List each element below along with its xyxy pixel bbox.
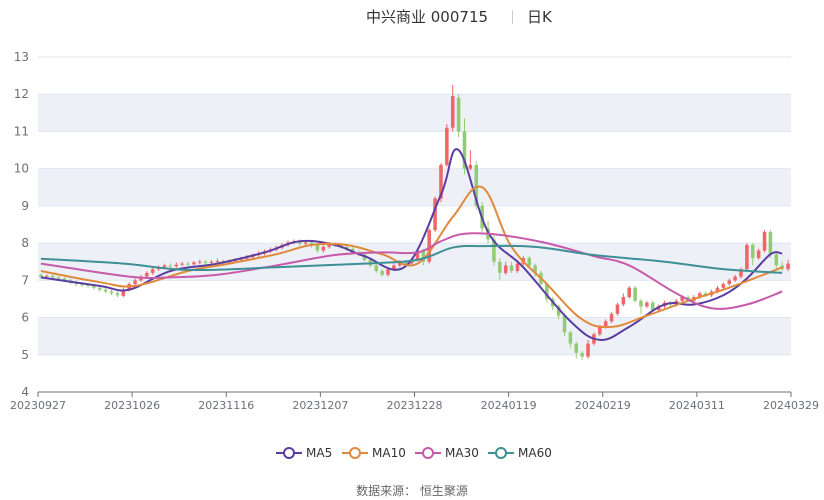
y-tick-label: 11 <box>14 124 29 138</box>
plot-band <box>38 94 791 132</box>
candle-body <box>56 277 61 279</box>
candle-body <box>762 231 767 251</box>
candle-body <box>456 97 461 132</box>
candle-body <box>527 258 531 266</box>
candle-body <box>468 164 473 169</box>
candle-body <box>598 326 602 335</box>
candle-body <box>721 284 726 288</box>
legend: MA5 MA10 MA30 MA60 <box>0 444 824 464</box>
candle-body <box>103 289 108 292</box>
candle-body <box>727 280 731 285</box>
y-tick-label: 5 <box>21 348 29 362</box>
x-tick-label: 20240329 <box>763 399 819 412</box>
candle-body <box>503 265 508 273</box>
candle-body <box>450 96 455 128</box>
candle-body <box>198 261 202 263</box>
candle-body <box>192 262 196 265</box>
candle-body <box>150 269 155 273</box>
candle-body <box>115 293 120 296</box>
candle-body <box>133 280 137 285</box>
candle-body <box>215 260 220 262</box>
candle-body <box>303 242 308 244</box>
candle-body <box>109 291 114 294</box>
legend-label-ma10: MA10 <box>372 446 406 460</box>
y-tick-label: 12 <box>14 87 29 101</box>
candle-body <box>45 275 49 277</box>
candle-body <box>568 332 573 344</box>
candle-body <box>445 127 449 165</box>
candle-body <box>162 265 167 268</box>
candle-body <box>145 272 149 277</box>
candle-body <box>321 246 326 251</box>
y-tick-label: 7 <box>21 273 29 287</box>
candle-body <box>774 254 779 266</box>
x-tick-label: 20240119 <box>481 399 537 412</box>
y-tick-label: 6 <box>21 311 29 325</box>
candle-body <box>645 302 649 307</box>
candle-body <box>509 265 514 272</box>
plot-band <box>38 168 791 206</box>
x-tick-label: 20231116 <box>198 399 254 412</box>
candle-body <box>633 287 637 301</box>
plot-band <box>38 243 791 281</box>
candle-body <box>374 265 379 272</box>
candle-body <box>174 264 179 267</box>
candle-body <box>639 300 643 307</box>
plot-band <box>38 317 791 355</box>
y-tick-label: 13 <box>14 50 29 64</box>
y-tick-label: 4 <box>21 385 29 399</box>
candle-body <box>315 244 320 251</box>
x-tick-label: 20240311 <box>669 399 725 412</box>
candle-body <box>786 263 790 270</box>
candle-body <box>586 343 590 357</box>
candle-body <box>98 287 102 290</box>
y-tick-label: 8 <box>21 236 29 250</box>
candle-body <box>745 244 749 270</box>
candle-body <box>621 297 626 305</box>
candle-body <box>39 274 43 277</box>
candle-body <box>768 231 773 255</box>
legend-label-ma30: MA30 <box>445 446 479 460</box>
x-tick-label: 20231026 <box>104 399 160 412</box>
candle-body <box>615 304 620 314</box>
candle-body <box>574 343 579 353</box>
candle-body <box>50 275 55 278</box>
x-tick-label: 20230927 <box>10 399 66 412</box>
candle-body <box>386 269 390 275</box>
candle-body <box>498 261 502 273</box>
y-tick-label: 10 <box>14 162 29 176</box>
candle-body <box>580 352 584 357</box>
candle-body <box>609 313 614 322</box>
plot-bands <box>38 94 791 355</box>
candle-body <box>733 276 737 281</box>
x-tick-label: 20231207 <box>292 399 348 412</box>
candle-body <box>627 287 631 298</box>
candle-body <box>515 263 520 272</box>
candle-body <box>168 265 173 267</box>
candle-body <box>756 250 761 258</box>
candle-body <box>209 261 214 263</box>
candle-body <box>180 263 184 265</box>
candle-body <box>562 315 567 333</box>
legend-label-ma60: MA60 <box>518 446 552 460</box>
candle-body <box>603 321 608 327</box>
candlestick-chart: 4 5 6 7 8 9 10 11 12 13 20230927 20231026 20231116 20… <box>10 50 819 412</box>
candle-body <box>380 271 384 275</box>
y-tick-label: 9 <box>21 199 29 213</box>
legend-label-ma5: MA5 <box>306 446 333 460</box>
candle-body <box>203 261 208 263</box>
candle-body <box>750 244 755 258</box>
x-tick-label: 20240219 <box>575 399 631 412</box>
candle-body <box>186 263 190 265</box>
data-source: 数据来源： 恒生聚源 <box>356 484 468 498</box>
x-tick-label: 20231228 <box>387 399 443 412</box>
